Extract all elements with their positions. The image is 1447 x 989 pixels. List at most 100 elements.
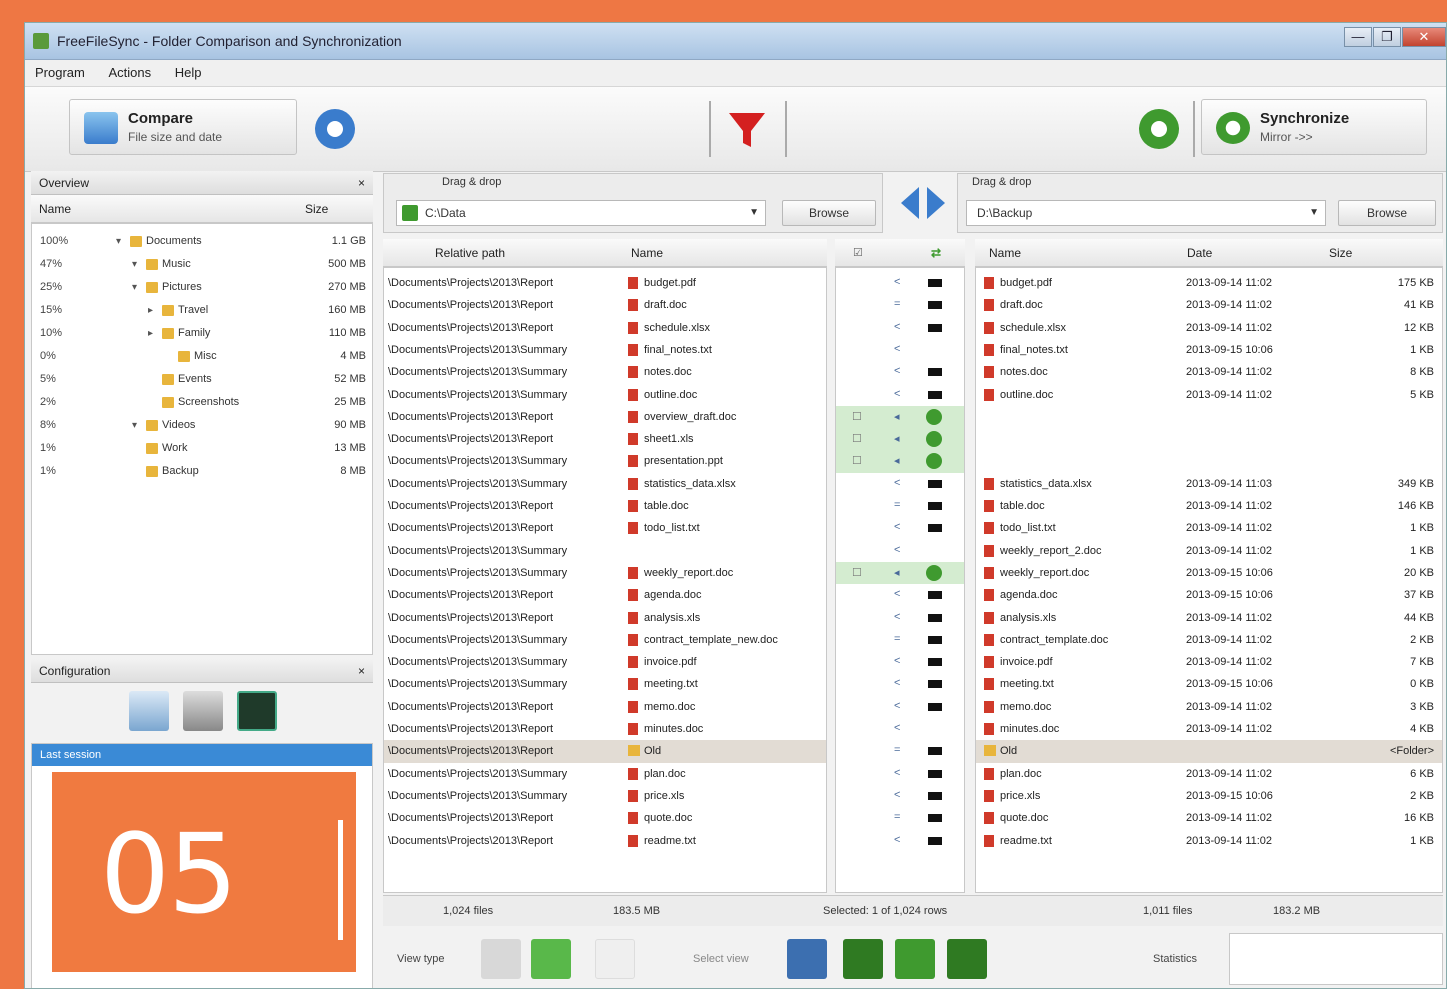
tree-row[interactable]: 1% Work 13 MB bbox=[32, 437, 372, 460]
table-row[interactable]: \Documents\Projects\2013\Report draft.doc bbox=[384, 294, 826, 316]
table-row[interactable]: \Documents\Projects\2013\Summary final_no… bbox=[384, 339, 826, 361]
table-row[interactable]: \Documents\Projects\2013\Summary invoice.… bbox=[384, 651, 826, 673]
tree-row[interactable]: 100% ▾ Documents 1.1 GB bbox=[32, 230, 372, 253]
table-row[interactable]: final_notes.txt 2013-09-15 10:06 1 KB bbox=[976, 339, 1442, 361]
tree-row[interactable]: 25% ▾ Pictures 270 MB bbox=[32, 276, 372, 299]
table-row[interactable]: \Documents\Projects\2013\Summary price.xl… bbox=[384, 785, 826, 807]
table-row[interactable]: draft.doc 2013-09-14 11:02 41 KB bbox=[976, 294, 1442, 316]
col-right-name[interactable]: Name bbox=[989, 239, 1021, 267]
show-conflict-icon[interactable] bbox=[947, 939, 987, 979]
action-row[interactable]: < bbox=[836, 517, 964, 539]
action-row[interactable]: < bbox=[836, 673, 964, 695]
tree-toggle-icon[interactable]: ▾ bbox=[132, 276, 137, 299]
menu-actions[interactable]: Actions bbox=[98, 60, 161, 85]
action-row[interactable]: < bbox=[836, 785, 964, 807]
no-change-icon[interactable] bbox=[928, 702, 942, 711]
table-row[interactable]: Old <Folder> bbox=[976, 740, 1442, 763]
table-row[interactable]: \Documents\Projects\2013\Report sheet1.xl… bbox=[384, 428, 826, 450]
table-row[interactable]: quote.doc 2013-09-14 11:02 16 KB bbox=[976, 807, 1442, 829]
table-row[interactable]: statistics_data.xlsx 2013-09-14 11:03 349 … bbox=[976, 473, 1442, 495]
table-row[interactable]: meeting.txt 2013-09-15 10:06 0 KB bbox=[976, 673, 1442, 695]
no-change-icon[interactable] bbox=[928, 769, 942, 778]
tree-row[interactable]: 2% Screenshots 25 MB bbox=[32, 391, 372, 414]
table-row[interactable]: schedule.xlsx 2013-09-14 11:02 12 KB bbox=[976, 317, 1442, 339]
table-row[interactable]: \Documents\Projects\2013\Report Old bbox=[384, 740, 826, 763]
checkbox-icon[interactable]: ☐ bbox=[852, 566, 862, 579]
action-row[interactable]: < bbox=[836, 696, 964, 718]
action-row[interactable]: < bbox=[836, 540, 964, 562]
maximize-button[interactable]: ❐ bbox=[1373, 27, 1401, 47]
table-row[interactable]: \Documents\Projects\2013\Report quote.doc bbox=[384, 807, 826, 829]
copy-right-icon[interactable] bbox=[926, 564, 942, 581]
tree-row[interactable]: 10% ▸ Family 110 MB bbox=[32, 322, 372, 345]
table-row[interactable]: \Documents\Projects\2013\Report minutes.d… bbox=[384, 718, 826, 740]
table-row[interactable] bbox=[976, 428, 1442, 450]
no-change-icon[interactable] bbox=[928, 836, 942, 845]
tree-toggle-icon[interactable]: ▸ bbox=[148, 299, 153, 322]
no-change-icon[interactable] bbox=[928, 301, 942, 310]
table-row[interactable]: \Documents\Projects\2013\Summary statisti… bbox=[384, 473, 826, 495]
no-change-icon[interactable] bbox=[928, 658, 942, 667]
tree-toggle-icon[interactable]: ▾ bbox=[132, 253, 137, 276]
action-row[interactable]: < bbox=[836, 718, 964, 740]
left-folder-input[interactable]: C:\Data ▼ bbox=[396, 200, 766, 226]
left-browse-button[interactable]: Browse bbox=[782, 200, 876, 226]
no-change-icon[interactable] bbox=[928, 368, 942, 377]
table-row[interactable]: outline.doc 2013-09-14 11:02 5 KB bbox=[976, 384, 1442, 406]
chevron-down-icon[interactable]: ▼ bbox=[1309, 201, 1319, 225]
table-row[interactable]: \Documents\Projects\2013\Summary contract… bbox=[384, 629, 826, 651]
no-change-icon[interactable] bbox=[928, 814, 942, 823]
table-row[interactable]: price.xls 2013-09-15 10:06 2 KB bbox=[976, 785, 1442, 807]
tree-row[interactable]: 5% Events 52 MB bbox=[32, 368, 372, 391]
no-change-icon[interactable] bbox=[928, 524, 942, 533]
action-row[interactable]: < bbox=[836, 272, 964, 294]
table-row[interactable]: todo_list.txt 2013-09-14 11:02 1 KB bbox=[976, 517, 1442, 539]
action-row[interactable]: < bbox=[836, 384, 964, 406]
table-row[interactable]: weekly_report_2.doc 2013-09-14 11:02 1 KB bbox=[976, 540, 1442, 562]
table-row[interactable]: \Documents\Projects\2013\Report schedule.… bbox=[384, 317, 826, 339]
view-list-icon[interactable] bbox=[481, 939, 521, 979]
view-category-icon[interactable] bbox=[531, 939, 571, 979]
tree-row[interactable]: 15% ▸ Travel 160 MB bbox=[32, 299, 372, 322]
tree-row[interactable]: 47% ▾ Music 500 MB bbox=[32, 253, 372, 276]
table-row[interactable]: \Documents\Projects\2013\Summary presenta… bbox=[384, 450, 826, 472]
no-change-icon[interactable] bbox=[928, 591, 942, 600]
tree-row[interactable]: 0% Misc 4 MB bbox=[32, 345, 372, 368]
action-row[interactable]: = bbox=[836, 495, 964, 517]
tree-row[interactable]: 1% Backup 8 MB bbox=[32, 460, 372, 483]
table-row[interactable]: \Documents\Projects\2013\Report memo.doc bbox=[384, 696, 826, 718]
table-row[interactable]: table.doc 2013-09-14 11:02 146 KB bbox=[976, 495, 1442, 517]
table-row[interactable]: notes.doc 2013-09-14 11:02 8 KB bbox=[976, 361, 1442, 383]
action-row[interactable]: < bbox=[836, 339, 964, 361]
table-row[interactable]: budget.pdf 2013-09-14 11:02 175 KB bbox=[976, 272, 1442, 294]
save-icon[interactable] bbox=[183, 691, 223, 731]
table-row[interactable] bbox=[976, 450, 1442, 472]
no-change-icon[interactable] bbox=[928, 390, 942, 399]
col-date[interactable]: Date bbox=[1187, 239, 1212, 267]
action-row[interactable]: = bbox=[836, 807, 964, 829]
table-row[interactable] bbox=[976, 406, 1442, 428]
show-equal-icon[interactable] bbox=[787, 939, 827, 979]
batch-job-icon[interactable] bbox=[237, 691, 277, 731]
folder-add-icon[interactable] bbox=[402, 205, 418, 221]
table-row[interactable]: \Documents\Projects\2013\Summary plan.doc bbox=[384, 763, 826, 785]
action-row[interactable]: < bbox=[836, 584, 964, 606]
action-row[interactable]: < bbox=[836, 830, 964, 852]
action-row[interactable]: < bbox=[836, 651, 964, 673]
right-browse-button[interactable]: Browse bbox=[1338, 200, 1436, 226]
table-row[interactable]: agenda.doc 2013-09-15 10:06 37 KB bbox=[976, 584, 1442, 606]
no-change-icon[interactable] bbox=[928, 479, 942, 488]
config-item[interactable]: Last session bbox=[32, 744, 372, 766]
table-row[interactable]: analysis.xls 2013-09-14 11:02 44 KB bbox=[976, 607, 1442, 629]
table-row[interactable]: memo.doc 2013-09-14 11:02 3 KB bbox=[976, 696, 1442, 718]
table-row[interactable]: plan.doc 2013-09-14 11:02 6 KB bbox=[976, 763, 1442, 785]
tree-toggle-icon[interactable]: ▾ bbox=[116, 230, 121, 253]
filter-icon[interactable] bbox=[725, 107, 769, 151]
menu-program[interactable]: Program bbox=[25, 60, 95, 85]
close-icon[interactable]: × bbox=[358, 171, 365, 195]
copy-right-icon[interactable] bbox=[926, 408, 942, 425]
show-left-icon[interactable] bbox=[843, 939, 883, 979]
table-row[interactable]: \Documents\Projects\2013\Report readme.tx… bbox=[384, 830, 826, 852]
action-row[interactable]: < bbox=[836, 607, 964, 629]
chevron-down-icon[interactable]: ▼ bbox=[749, 201, 759, 225]
